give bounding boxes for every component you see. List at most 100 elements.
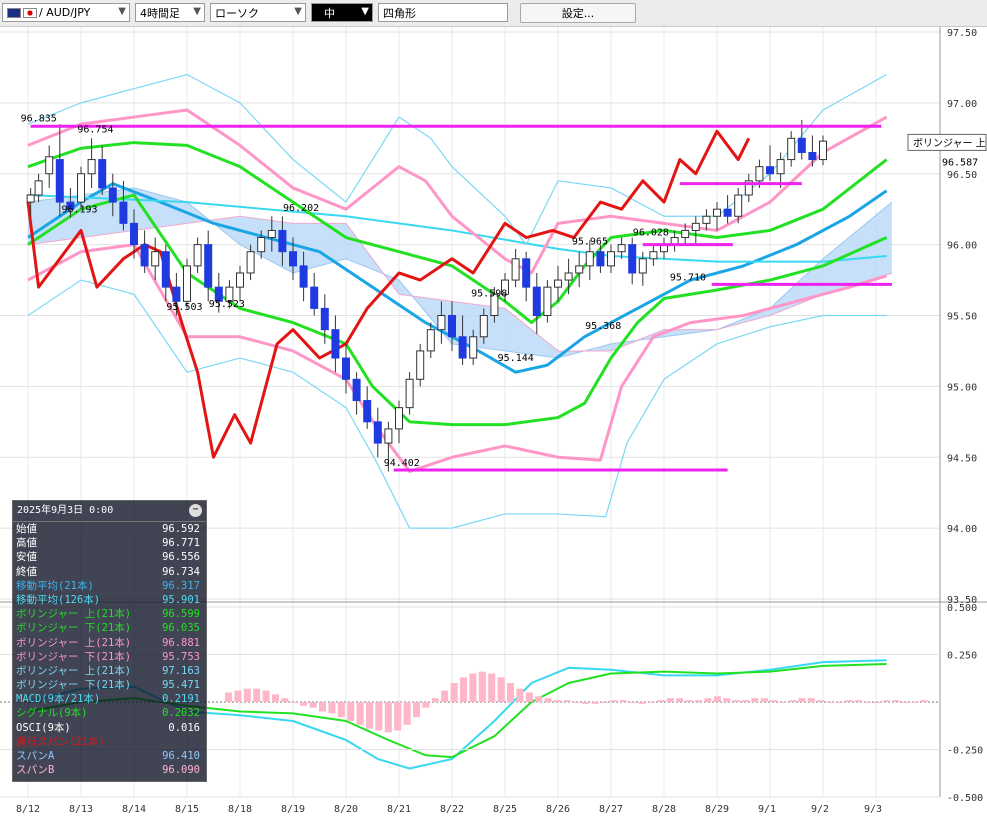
minimize-icon[interactable]: − <box>189 504 202 517</box>
osci-bar <box>262 690 270 702</box>
candle-body <box>299 265 308 288</box>
annotation-text: ボリンジャー 上 <box>913 137 986 149</box>
candle-body <box>395 407 403 430</box>
japan-flag-icon <box>23 7 37 18</box>
y-tick-label: 95.00 <box>947 382 977 393</box>
price-label: 95.710 <box>670 273 706 284</box>
candle-body <box>766 166 774 175</box>
candle-body <box>55 159 64 203</box>
osci-bar <box>798 698 806 702</box>
osci-bar <box>704 698 712 702</box>
price-label: 95.368 <box>585 321 621 332</box>
candle-body <box>734 194 743 217</box>
candle-body <box>193 244 202 267</box>
info-row: 始値 96.592 <box>13 522 206 536</box>
candle-body <box>628 244 637 274</box>
info-row: OSCI(9本) 0.016 <box>13 721 206 735</box>
chart-style-select[interactable]: ローソク ▼ <box>210 3 306 22</box>
candle-body <box>617 244 626 253</box>
x-tick-label: 8/12 <box>16 804 40 815</box>
osci-bar <box>319 702 326 712</box>
sub-y-tick-label: 0.500 <box>947 603 977 614</box>
line-width-select[interactable]: 中 ▼ <box>311 3 373 22</box>
x-tick-label: 9/3 <box>864 804 882 815</box>
osci-bar <box>544 698 552 702</box>
candle-body <box>34 180 43 196</box>
info-label: OSCI(9本) <box>16 721 71 734</box>
price-label: 96.028 <box>633 228 669 239</box>
info-row: ボリンジャー 下(21本) 95.471 <box>13 678 206 692</box>
x-tick-label: 8/26 <box>546 804 570 815</box>
settings-button[interactable]: 設定... <box>520 3 636 23</box>
x-tick-label: 8/22 <box>440 804 464 815</box>
candle-body <box>172 286 181 302</box>
info-value: 0.2191 <box>162 693 200 706</box>
candle-body <box>458 336 467 359</box>
x-tick-label: 9/1 <box>758 804 776 815</box>
osci-bar <box>225 692 232 702</box>
candle-body <box>426 329 435 352</box>
candle-body <box>585 251 594 267</box>
info-row: 終値 96.734 <box>13 565 206 579</box>
osci-bar <box>845 700 853 702</box>
y-tick-label: 97.00 <box>947 99 977 110</box>
candle-body <box>384 428 393 444</box>
timeframe-select[interactable]: 4時間足 ▼ <box>135 3 205 22</box>
candle-body <box>416 350 425 380</box>
osci-bar <box>666 698 674 702</box>
info-label: ボリンジャー 上(21本) <box>16 636 132 649</box>
chevron-down-icon: ▼ <box>193 6 201 17</box>
osci-bar <box>657 700 665 702</box>
series-line <box>26 129 751 459</box>
osci-bar <box>854 700 862 702</box>
osci-bar <box>911 702 919 703</box>
osci-bar <box>892 700 900 702</box>
info-row: スパンA 96.410 <box>13 749 206 763</box>
candle-body <box>267 229 276 239</box>
osci-bar <box>572 702 580 703</box>
osci-bar <box>422 702 430 708</box>
x-axis: 8/12 8/13 8/14 8/15 8/18 8/19 8/20 8/21 8/22 8/25… <box>16 804 882 815</box>
osci-bar <box>751 698 759 702</box>
shape-select[interactable]: 四角形 <box>378 3 508 22</box>
symbol-select[interactable]: / AUD/JPY ▼ <box>2 3 130 22</box>
candle-body <box>26 194 35 203</box>
info-panel[interactable]: 2025年9月3日 0:00 − 始値 96.592 高値 96.771 安値 96.55… <box>12 500 207 782</box>
candle-body <box>130 222 138 246</box>
info-value: 95.471 <box>162 679 200 692</box>
timeframe-label: 4時間足 <box>140 6 180 20</box>
sub-y-tick-label: -0.500 <box>947 793 983 804</box>
osci-bar <box>901 702 909 703</box>
symbol-label: / AUD/JPY <box>39 6 91 19</box>
osci-bar <box>742 700 749 702</box>
info-value: 96.410 <box>162 750 200 762</box>
candle-body <box>405 378 414 409</box>
info-row: スパンB 96.090 <box>13 763 206 777</box>
info-label: ボリンジャー 下(21本) <box>16 650 132 663</box>
x-tick-label: 8/19 <box>281 804 305 815</box>
y-tick-label: 95.50 <box>947 312 977 323</box>
series-line <box>27 243 888 473</box>
osci-bar <box>563 700 571 702</box>
osci-bar <box>591 702 599 704</box>
candle-body <box>469 336 478 359</box>
osci-bar <box>469 673 477 702</box>
osci-bar <box>554 700 561 702</box>
candle-body <box>511 258 520 281</box>
candle-body <box>310 286 319 309</box>
info-label: 高値 <box>16 537 37 550</box>
osci-bar <box>413 702 420 718</box>
candle-body <box>564 272 573 281</box>
info-label: ボリンジャー 上(21本) <box>16 608 132 621</box>
info-value: 96.090 <box>162 764 200 777</box>
candle-body <box>607 251 615 267</box>
australia-flag-icon <box>7 7 21 18</box>
price-label: 96.835 <box>21 113 57 124</box>
chevron-down-icon: ▼ <box>361 6 369 17</box>
info-row: 安値 96.556 <box>13 550 206 564</box>
x-tick-label: 8/13 <box>69 804 93 815</box>
info-value: 95.901 <box>162 593 200 606</box>
candle-body <box>87 159 96 175</box>
info-value: 97.163 <box>162 664 200 677</box>
sub-y-tick-label: -0.250 <box>947 746 983 757</box>
